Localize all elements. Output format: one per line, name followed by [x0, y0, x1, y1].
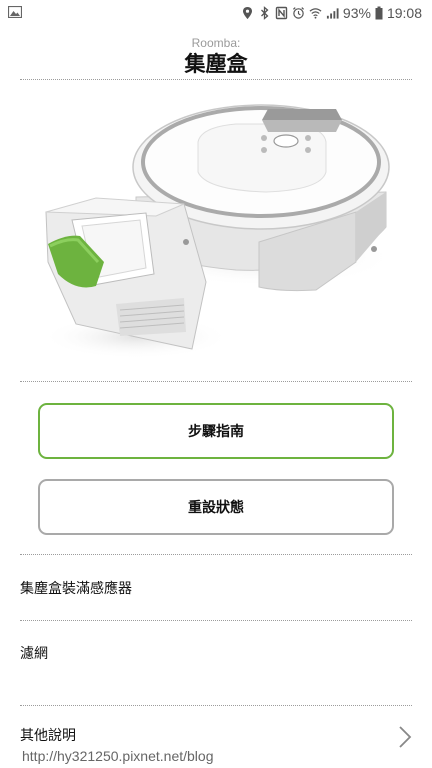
watermark-url: http://hy321250.pixnet.net/blog [22, 748, 214, 764]
status-time: 19:08 [386, 5, 422, 21]
divider-list-2 [20, 705, 412, 706]
list-item-bin-full-sensor[interactable]: 集塵盒裝滿感應器 [20, 580, 132, 598]
list-item-other-info[interactable]: 其他說明 [20, 727, 76, 745]
divider-list-1 [20, 620, 412, 621]
page-header: Roomba: 集塵盒 [0, 36, 432, 77]
divider-image [20, 381, 412, 382]
chevron-right-icon[interactable] [398, 725, 412, 749]
wifi-icon [309, 8, 322, 19]
nfc-icon [275, 6, 288, 20]
status-icons: 93% 19:08 [241, 4, 422, 22]
page-subtitle: Roomba: [191, 36, 241, 50]
battery-icon [375, 6, 383, 20]
page-title: 集塵盒 [184, 52, 248, 76]
alarm-icon [292, 7, 304, 19]
product-image-roomba-bin [41, 104, 396, 359]
divider-top [20, 79, 412, 80]
battery-percent: 93% [342, 5, 371, 21]
list-item-filter[interactable]: 濾網 [20, 645, 48, 663]
divider-buttons [20, 554, 412, 555]
status-bar: 93% 19:08 [0, 0, 432, 26]
gallery-icon [8, 6, 22, 18]
bluetooth-icon [260, 6, 269, 20]
reset-status-button[interactable]: 重設狀態 [38, 479, 394, 535]
signal-icon [326, 8, 339, 19]
step-guide-button[interactable]: 步驟指南 [38, 403, 394, 459]
location-icon [242, 7, 252, 19]
